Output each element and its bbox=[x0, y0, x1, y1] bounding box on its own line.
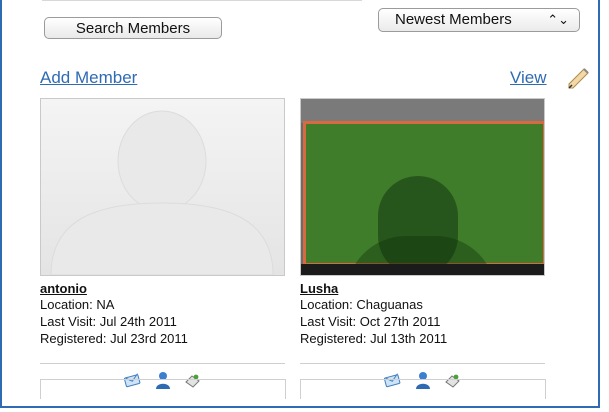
member-location: Location: Chaguanas bbox=[300, 297, 423, 312]
member-card: Lusha Location: Chaguanas Last Visit: Oc… bbox=[300, 98, 548, 390]
add-member-link[interactable]: Add Member bbox=[40, 68, 137, 88]
member-last-visit: Last Visit: Jul 24th 2011 bbox=[40, 314, 177, 329]
member-name[interactable]: antonio bbox=[40, 282, 288, 296]
select-arrows-icon: ⌃⌄ bbox=[547, 12, 569, 27]
member-photo[interactable] bbox=[300, 98, 545, 276]
search-members-button[interactable]: Search Members bbox=[44, 17, 222, 39]
divider bbox=[42, 0, 362, 1]
pencil-icon[interactable] bbox=[566, 64, 592, 90]
photo-background bbox=[301, 99, 544, 123]
photo-background bbox=[301, 264, 544, 275]
photo-face bbox=[378, 176, 458, 275]
next-card-top bbox=[40, 379, 286, 399]
view-link[interactable]: View bbox=[510, 68, 547, 88]
highlight-overlay bbox=[303, 121, 544, 275]
member-last-visit: Last Visit: Oct 27th 2011 bbox=[300, 314, 441, 329]
member-registered: Registered: Jul 13th 2011 bbox=[300, 331, 448, 346]
divider bbox=[40, 363, 285, 364]
member-registered: Registered: Jul 23rd 2011 bbox=[40, 331, 188, 346]
divider bbox=[300, 363, 545, 364]
sort-select[interactable]: Newest Members ⌃⌄ bbox=[378, 8, 580, 32]
member-card: antonio Location: NA Last Visit: Jul 24t… bbox=[40, 98, 288, 390]
next-card-top bbox=[300, 379, 546, 399]
member-name[interactable]: Lusha bbox=[300, 282, 548, 296]
sort-select-value: Newest Members bbox=[395, 11, 512, 28]
member-location: Location: NA bbox=[40, 297, 115, 312]
member-photo[interactable] bbox=[40, 98, 285, 276]
default-avatar-icon bbox=[41, 99, 284, 275]
